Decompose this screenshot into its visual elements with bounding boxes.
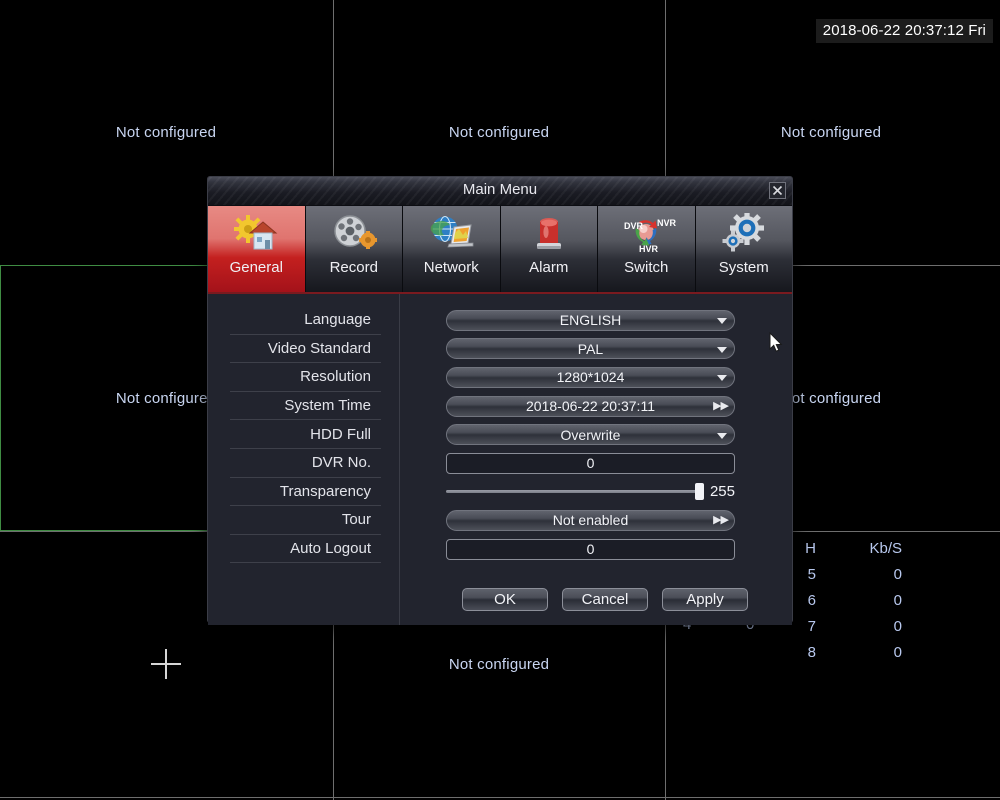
dialog-body: Language Video Standard Resolution Syste… (208, 294, 792, 625)
chevron-down-icon (717, 318, 727, 325)
mouse-cursor (769, 331, 783, 352)
ok-button[interactable]: OK (462, 588, 548, 611)
siren-icon (526, 206, 572, 260)
language-dropdown[interactable]: ENGLISH (446, 309, 735, 331)
close-icon[interactable] (769, 182, 786, 199)
tab-label: Alarm (529, 259, 569, 276)
house-gear-icon (233, 206, 279, 260)
stats-channel: 8 (807, 644, 816, 661)
settings-label-column: Language Video Standard Resolution Syste… (208, 294, 400, 625)
video-standard-dropdown[interactable]: PAL (446, 338, 735, 360)
cancel-button[interactable]: Cancel (562, 588, 648, 611)
resolution-dropdown[interactable]: 1280*1024 (446, 366, 735, 388)
main-menu-dialog: Main Menu General Record Network Alarm D… (207, 176, 793, 625)
label-video-standard: Video Standard (230, 335, 381, 364)
apply-button[interactable]: Apply (662, 588, 748, 611)
field-row: 0 (446, 535, 748, 564)
video-standard-value: PAL (577, 340, 604, 357)
tab-network[interactable]: Network (403, 206, 501, 292)
svg-text:NVR: NVR (657, 218, 677, 228)
tab-switch[interactable]: DVR NVR HVR Switch (598, 206, 696, 292)
hdd-full-dropdown[interactable]: Overwrite (446, 424, 735, 446)
stats-rate: 0 (893, 566, 902, 583)
tab-label: Record (329, 259, 378, 276)
resolution-value: 1280*1024 (556, 369, 625, 386)
dvr-nvr-hvr-cycle-icon: DVR NVR HVR (615, 206, 677, 260)
cell-label-ch8: Not configured (448, 656, 550, 673)
field-row: 2018-06-22 20:37:11 ▶▶ (446, 392, 748, 421)
cell-label-ch6: Not configured (780, 390, 882, 407)
transparency-slider-knob[interactable] (694, 483, 704, 501)
field-row: Not enabled ▶▶ (446, 506, 748, 535)
dvr-no-input[interactable]: 0 (446, 452, 735, 474)
grid-line-horizontal (0, 797, 1000, 798)
dialog-action-buttons: OK Cancel Apply (462, 588, 748, 611)
stats-header-rate: Kb/S (869, 540, 902, 557)
tab-label: Switch (624, 259, 669, 276)
label-hdd-full: HDD Full (230, 420, 381, 449)
chevron-down-icon (717, 432, 727, 439)
hdd-full-value: Overwrite (560, 426, 621, 443)
transparency-slider-track[interactable] (446, 483, 704, 501)
tab-label: System (718, 259, 769, 276)
transparency-slider[interactable]: 255 (446, 483, 735, 501)
settings-field-column: ENGLISH PAL 1280*1024 2018-06-22 20:37:1… (400, 294, 792, 625)
dialog-title: Main Menu (462, 181, 538, 198)
field-row: 1280*1024 (446, 363, 748, 392)
tab-label: General (229, 259, 283, 276)
label-system-time: System Time (230, 392, 381, 421)
film-reel-gear-icon (331, 206, 377, 260)
double-arrow-right-icon: ▶▶ (713, 400, 729, 413)
system-time-field[interactable]: 2018-06-22 20:37:11 ▶▶ (446, 395, 735, 417)
stats-rate: 0 (893, 618, 902, 635)
stats-row: 8 0 (772, 640, 902, 666)
label-transparency: Transparency (230, 478, 381, 507)
dialog-tabstrip: General Record Network Alarm DVR NVR HVR… (208, 206, 792, 294)
field-row: 0 (446, 449, 748, 478)
label-auto-logout: Auto Logout (230, 535, 381, 564)
tab-alarm[interactable]: Alarm (500, 206, 598, 292)
stats-rate: 0 (893, 592, 902, 609)
cell-label-ch2: Not configured (448, 124, 550, 141)
field-row: Overwrite (446, 420, 748, 449)
tab-record[interactable]: Record (305, 206, 403, 292)
osd-clock: 2018-06-22 20:37:12 Fri (815, 19, 993, 43)
gears-icon (721, 206, 767, 260)
tab-label: Network (423, 259, 479, 276)
globe-laptop-icon (428, 206, 474, 260)
tab-general[interactable]: General (208, 206, 306, 292)
dvr-screen: Not configured Not configured Not config… (0, 0, 1000, 800)
stats-rate: 0 (893, 644, 902, 661)
field-row: PAL (446, 335, 748, 364)
label-dvr-no: DVR No. (230, 449, 381, 478)
tour-value: Not enabled (552, 512, 629, 529)
label-language: Language (230, 306, 381, 335)
cell-label-ch4: Not configured (115, 390, 217, 407)
crosshair-marker (151, 649, 181, 679)
language-value: ENGLISH (559, 312, 622, 329)
field-row: ENGLISH (446, 306, 748, 335)
svg-text:HVR: HVR (639, 244, 659, 254)
cell-label-ch1: Not configured (115, 124, 217, 141)
tab-system[interactable]: System (695, 206, 792, 292)
double-arrow-right-icon: ▶▶ (713, 514, 729, 527)
cell-label-ch3: Not configured (780, 124, 882, 141)
transparency-value: 255 (709, 483, 735, 501)
svg-text:DVR: DVR (624, 221, 644, 231)
chevron-down-icon (717, 346, 727, 353)
field-row: 255 (446, 478, 748, 507)
label-resolution: Resolution (230, 363, 381, 392)
tour-field[interactable]: Not enabled ▶▶ (446, 509, 735, 531)
chevron-down-icon (717, 375, 727, 382)
label-tour: Tour (230, 506, 381, 535)
dialog-titlebar[interactable]: Main Menu (208, 177, 792, 206)
auto-logout-input[interactable]: 0 (446, 538, 735, 560)
system-time-value: 2018-06-22 20:37:11 (526, 398, 655, 415)
